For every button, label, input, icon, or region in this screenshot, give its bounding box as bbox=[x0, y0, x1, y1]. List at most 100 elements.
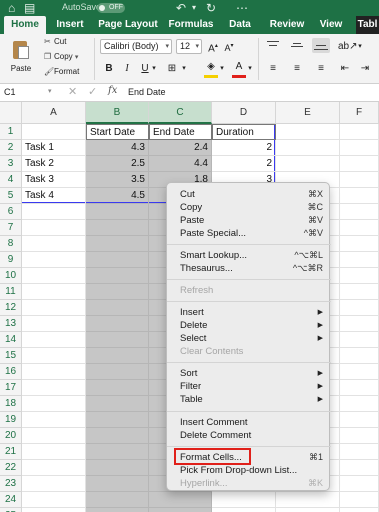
menu-item-delete-comment[interactable]: Delete Comment bbox=[167, 429, 331, 442]
row-header[interactable]: 24 bbox=[0, 492, 22, 508]
row-header[interactable]: 11 bbox=[0, 284, 22, 300]
decrease-indent-icon[interactable]: ⇤ bbox=[338, 61, 352, 76]
cell[interactable] bbox=[340, 332, 379, 348]
more-icon[interactable]: ⋯ bbox=[236, 0, 248, 16]
row-header[interactable]: 12 bbox=[0, 300, 22, 316]
cell[interactable] bbox=[86, 460, 149, 476]
menu-item-pick-from-dropdown[interactable]: Pick From Drop-down List... bbox=[167, 464, 331, 477]
cell[interactable] bbox=[22, 428, 86, 444]
row-header[interactable]: 6 bbox=[0, 204, 22, 220]
orientation-dropdown-icon[interactable]: ▾ bbox=[356, 39, 364, 54]
cell[interactable] bbox=[22, 444, 86, 460]
name-box[interactable]: C1 bbox=[4, 87, 16, 97]
cell[interactable] bbox=[86, 316, 149, 332]
menu-item-cut[interactable]: Cut ⌘X bbox=[167, 188, 331, 201]
decrease-font-icon[interactable]: A▾ bbox=[222, 39, 236, 54]
cell[interactable] bbox=[340, 444, 379, 460]
cell[interactable] bbox=[86, 348, 149, 364]
cell[interactable] bbox=[22, 460, 86, 476]
column-header-a[interactable]: A bbox=[22, 102, 86, 124]
cell[interactable] bbox=[340, 412, 379, 428]
align-middle-icon[interactable] bbox=[290, 40, 304, 52]
cell[interactable] bbox=[22, 204, 86, 220]
cell[interactable] bbox=[22, 396, 86, 412]
cell[interactable] bbox=[86, 252, 149, 268]
orientation-icon[interactable]: ab↗ bbox=[338, 39, 358, 54]
cell[interactable] bbox=[86, 300, 149, 316]
row-header[interactable]: 7 bbox=[0, 220, 22, 236]
column-header-f[interactable]: F bbox=[340, 102, 379, 124]
fill-color-icon[interactable]: ◈ bbox=[204, 59, 218, 74]
cell[interactable] bbox=[340, 428, 379, 444]
menu-item-copy[interactable]: Copy ⌘C bbox=[167, 201, 331, 214]
font-name-select[interactable]: Calibri (Body) ▾ bbox=[100, 39, 172, 54]
cell[interactable] bbox=[22, 268, 86, 284]
row-header[interactable]: 1 bbox=[0, 124, 22, 140]
align-left-icon[interactable]: ≡ bbox=[266, 61, 280, 76]
cell[interactable] bbox=[340, 300, 379, 316]
cell[interactable] bbox=[340, 508, 379, 512]
paste-button[interactable]: Paste bbox=[6, 38, 36, 80]
tab-formulas[interactable]: Formulas bbox=[164, 16, 218, 34]
cell[interactable] bbox=[86, 508, 149, 512]
row-header[interactable]: 4 bbox=[0, 172, 22, 188]
cell[interactable] bbox=[22, 508, 86, 512]
cell[interactable]: 2.5 bbox=[86, 156, 149, 172]
cell[interactable]: Task 4 bbox=[22, 188, 86, 204]
align-top-icon[interactable] bbox=[266, 40, 280, 52]
cell[interactable] bbox=[86, 428, 149, 444]
column-header-e[interactable]: E bbox=[276, 102, 340, 124]
row-header[interactable]: 2 bbox=[0, 140, 22, 156]
cut-button[interactable]: ✂ Cut bbox=[44, 37, 66, 46]
row-header[interactable]: 19 bbox=[0, 412, 22, 428]
cell[interactable] bbox=[22, 316, 86, 332]
align-center-icon[interactable]: ≡ bbox=[290, 61, 304, 76]
tab-page-layout[interactable]: Page Layout bbox=[96, 16, 160, 34]
row-header[interactable]: 18 bbox=[0, 396, 22, 412]
name-box-dropdown-icon[interactable]: ▾ bbox=[48, 87, 52, 95]
cell[interactable] bbox=[276, 140, 340, 156]
row-header[interactable]: 14 bbox=[0, 332, 22, 348]
cell[interactable] bbox=[340, 220, 379, 236]
cell[interactable] bbox=[340, 156, 379, 172]
column-header-c[interactable]: C bbox=[149, 102, 212, 124]
row-header[interactable]: 17 bbox=[0, 380, 22, 396]
cell[interactable] bbox=[276, 124, 340, 140]
cell[interactable] bbox=[340, 236, 379, 252]
cell[interactable]: Task 1 bbox=[22, 140, 86, 156]
cell[interactable] bbox=[22, 332, 86, 348]
cell[interactable] bbox=[22, 236, 86, 252]
cell[interactable] bbox=[22, 380, 86, 396]
cell[interactable]: 2.4 bbox=[149, 140, 212, 156]
tab-insert[interactable]: Insert bbox=[50, 16, 90, 34]
cell[interactable] bbox=[22, 492, 86, 508]
cell[interactable] bbox=[22, 364, 86, 380]
column-header-b[interactable]: B bbox=[86, 102, 149, 124]
cell[interactable] bbox=[276, 492, 340, 508]
menu-item-table[interactable]: Table ▶ bbox=[167, 393, 331, 406]
cell[interactable] bbox=[340, 460, 379, 476]
underline-dropdown-icon[interactable]: ▾ bbox=[150, 61, 158, 76]
cell[interactable] bbox=[86, 444, 149, 460]
cell[interactable]: Start Date bbox=[86, 124, 149, 140]
cell[interactable] bbox=[340, 492, 379, 508]
tab-review[interactable]: Review bbox=[264, 16, 310, 34]
menu-item-filter[interactable]: Filter ▶ bbox=[167, 380, 331, 393]
cell[interactable] bbox=[340, 172, 379, 188]
cell[interactable] bbox=[86, 396, 149, 412]
tab-table[interactable]: Tabl bbox=[356, 16, 379, 34]
cell[interactable] bbox=[340, 188, 379, 204]
row-header[interactable]: 8 bbox=[0, 236, 22, 252]
cell[interactable]: Task 2 bbox=[22, 156, 86, 172]
insert-function-icon[interactable]: fx bbox=[108, 85, 117, 96]
undo-dropdown-icon[interactable]: ▾ bbox=[192, 0, 196, 16]
redo-icon[interactable]: ↻ bbox=[206, 0, 216, 16]
enter-icon[interactable]: ✓ bbox=[88, 85, 97, 98]
column-header-d[interactable]: D bbox=[212, 102, 276, 124]
cell[interactable]: 2 bbox=[212, 156, 276, 172]
cell[interactable]: 4.4 bbox=[149, 156, 212, 172]
row-header[interactable]: 22 bbox=[0, 460, 22, 476]
cell[interactable] bbox=[340, 140, 379, 156]
bold-button[interactable]: B bbox=[102, 61, 116, 76]
italic-button[interactable]: I bbox=[120, 61, 134, 76]
